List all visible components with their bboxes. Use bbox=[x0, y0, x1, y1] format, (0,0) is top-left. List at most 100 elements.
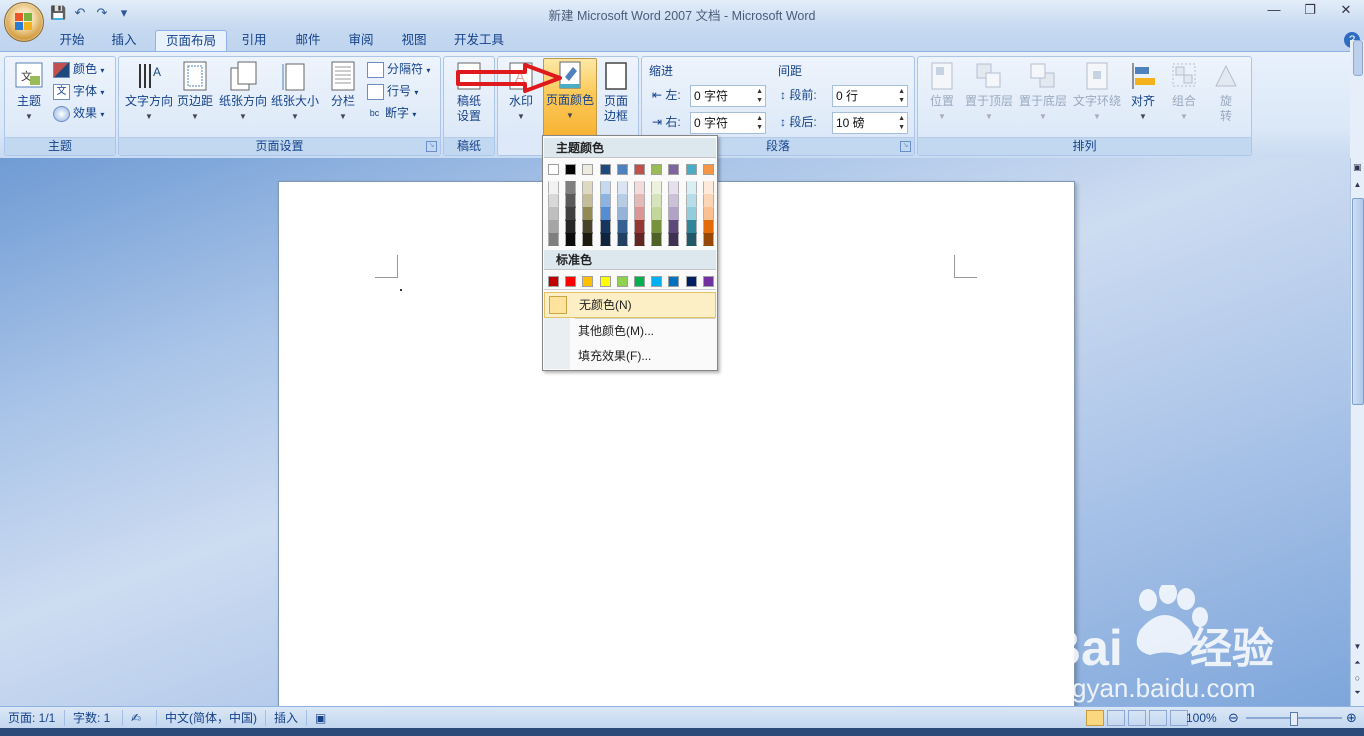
theme-shade-swatch[interactable] bbox=[616, 181, 628, 194]
tab-insert[interactable]: 插入 bbox=[104, 30, 144, 52]
standard-color-swatch[interactable] bbox=[582, 276, 594, 287]
spacing-before-input[interactable]: 0 行 ▲ ▼ bbox=[832, 85, 908, 107]
indent-left-spinner-icon[interactable]: ▲ ▼ bbox=[756, 87, 763, 105]
theme-shade-swatch[interactable] bbox=[702, 233, 714, 246]
theme-shade-swatch[interactable] bbox=[599, 220, 611, 233]
theme-shade-swatch[interactable] bbox=[651, 207, 663, 220]
standard-color-swatch[interactable] bbox=[685, 276, 697, 287]
indent-left-input[interactable]: 0 字符 ▲ ▼ bbox=[690, 85, 766, 107]
undo-icon[interactable]: ↶ bbox=[72, 5, 88, 21]
theme-shade-swatch[interactable] bbox=[634, 233, 645, 246]
ribbon-scrollbar[interactable] bbox=[1350, 40, 1364, 158]
theme-shade-swatch[interactable] bbox=[582, 181, 594, 194]
breaks-button[interactable]: 分隔符 ▾ bbox=[367, 59, 430, 79]
theme-shade-swatch[interactable] bbox=[599, 207, 611, 220]
theme-color-swatch[interactable] bbox=[685, 164, 697, 175]
zoom-in-icon[interactable]: ⊕ bbox=[1346, 710, 1357, 726]
zoom-out-icon[interactable]: ⊖ bbox=[1228, 710, 1239, 726]
zoom-slider-thumb[interactable] bbox=[1290, 712, 1298, 726]
margins-button[interactable]: 页边距 ▼ bbox=[175, 60, 215, 124]
redo-icon[interactable]: ↷ bbox=[94, 5, 110, 21]
theme-shade-swatch[interactable] bbox=[634, 220, 645, 233]
theme-color-swatch[interactable] bbox=[668, 164, 680, 175]
macro-record-icon[interactable]: ▣ bbox=[306, 710, 326, 726]
theme-shade-swatch[interactable] bbox=[599, 233, 611, 246]
theme-color-swatch[interactable] bbox=[582, 164, 594, 175]
theme-shade-swatch[interactable] bbox=[548, 233, 559, 246]
size-button[interactable]: 纸张大小 ▼ bbox=[269, 60, 321, 124]
paragraph-launcher-icon[interactable]: ↘ bbox=[900, 141, 911, 152]
theme-shade-swatch[interactable] bbox=[685, 194, 697, 207]
bring-to-front-button[interactable]: 置于顶层 ▼ bbox=[962, 60, 1016, 124]
theme-shade-swatch[interactable] bbox=[702, 181, 714, 194]
standard-color-swatch[interactable] bbox=[634, 276, 645, 287]
fill-effects-item[interactable]: 填充效果(F)... bbox=[544, 344, 716, 368]
theme-shade-swatch[interactable] bbox=[616, 233, 628, 246]
page-setup-launcher-icon[interactable]: ↘ bbox=[426, 141, 437, 152]
theme-shade-swatch[interactable] bbox=[565, 233, 577, 246]
indent-right-input[interactable]: 0 字符 ▲ ▼ bbox=[690, 112, 766, 134]
standard-color-swatch[interactable] bbox=[565, 276, 577, 287]
scroll-down-icon[interactable]: ▼ bbox=[1351, 642, 1364, 651]
theme-color-swatch[interactable] bbox=[616, 164, 628, 175]
theme-shade-swatch[interactable] bbox=[548, 220, 559, 233]
theme-shade-swatch[interactable] bbox=[702, 207, 714, 220]
theme-color-swatch[interactable] bbox=[599, 164, 611, 175]
standard-color-swatch[interactable] bbox=[651, 276, 663, 287]
theme-shade-swatch[interactable] bbox=[565, 220, 577, 233]
print-layout-view-icon[interactable] bbox=[1086, 710, 1104, 726]
standard-color-swatch[interactable] bbox=[668, 276, 680, 287]
theme-shade-swatch[interactable] bbox=[702, 220, 714, 233]
page-borders-button[interactable]: 页面 边框 bbox=[598, 60, 634, 124]
standard-color-swatch[interactable] bbox=[548, 276, 559, 287]
theme-shade-swatch[interactable] bbox=[651, 220, 663, 233]
spacing-after-spinner-icon[interactable]: ▲ ▼ bbox=[898, 114, 905, 132]
send-to-back-button[interactable]: 置于底层 ▼ bbox=[1016, 60, 1070, 124]
theme-shade-swatch[interactable] bbox=[634, 181, 645, 194]
save-icon[interactable]: 💾 bbox=[50, 5, 66, 21]
web-layout-view-icon[interactable] bbox=[1128, 710, 1146, 726]
tab-references[interactable]: 引用 bbox=[234, 30, 274, 52]
theme-shade-swatch[interactable] bbox=[651, 233, 663, 246]
tab-page-layout[interactable]: 页面布局 bbox=[155, 30, 227, 53]
text-wrap-button[interactable]: 文字环绕 ▼ bbox=[1070, 60, 1124, 124]
no-color-item[interactable]: 无颜色(N) bbox=[544, 292, 716, 318]
scroll-thumb[interactable] bbox=[1352, 198, 1364, 405]
line-numbers-button[interactable]: 行号 ▾ bbox=[367, 81, 418, 101]
orientation-button[interactable]: 纸张方向 ▼ bbox=[217, 60, 269, 124]
group-button[interactable]: 组合 ▼ bbox=[1166, 60, 1202, 124]
language-status[interactable]: 中文(简体，中国) bbox=[156, 710, 257, 726]
theme-shade-swatch[interactable] bbox=[565, 181, 577, 194]
theme-shade-swatch[interactable] bbox=[616, 194, 628, 207]
theme-shade-swatch[interactable] bbox=[565, 207, 577, 220]
outline-view-icon[interactable] bbox=[1149, 710, 1167, 726]
tab-mailings[interactable]: 邮件 bbox=[288, 30, 328, 52]
theme-shade-swatch[interactable] bbox=[582, 194, 594, 207]
theme-shade-swatch[interactable] bbox=[685, 220, 697, 233]
hyphenation-button[interactable]: bc 断字 ▾ bbox=[367, 103, 417, 123]
theme-shade-swatch[interactable] bbox=[634, 207, 645, 220]
theme-fonts-button[interactable]: 文字体 ▾ bbox=[53, 81, 104, 101]
restore-button[interactable]: ❐ bbox=[1300, 2, 1320, 20]
theme-shade-swatch[interactable] bbox=[548, 207, 559, 220]
insert-mode[interactable]: 插入 bbox=[265, 710, 298, 726]
theme-color-swatch[interactable] bbox=[702, 164, 714, 175]
theme-shade-swatch[interactable] bbox=[616, 207, 628, 220]
theme-shade-swatch[interactable] bbox=[599, 181, 611, 194]
theme-shade-swatch[interactable] bbox=[651, 194, 663, 207]
scroll-up-icon[interactable]: ▲ bbox=[1351, 180, 1364, 189]
tab-review[interactable]: 审阅 bbox=[341, 30, 381, 52]
rotate-button[interactable]: 旋 转 bbox=[1208, 60, 1244, 124]
align-button[interactable]: 对齐 ▼ bbox=[1126, 60, 1160, 124]
minimize-button[interactable]: — bbox=[1264, 2, 1284, 20]
previous-page-icon[interactable]: ⏶ bbox=[1351, 658, 1364, 668]
full-screen-view-icon[interactable] bbox=[1107, 710, 1125, 726]
position-button[interactable]: 位置 ▼ bbox=[922, 60, 962, 124]
theme-button[interactable]: 文 主题 ▼ bbox=[9, 60, 49, 124]
close-button[interactable]: ✕ bbox=[1336, 2, 1356, 20]
theme-shade-swatch[interactable] bbox=[599, 194, 611, 207]
proofing-icon[interactable]: ✍ bbox=[122, 710, 141, 726]
page-count[interactable]: 页面: 1/1 bbox=[8, 710, 55, 726]
theme-shade-swatch[interactable] bbox=[634, 194, 645, 207]
theme-shade-swatch[interactable] bbox=[668, 220, 680, 233]
